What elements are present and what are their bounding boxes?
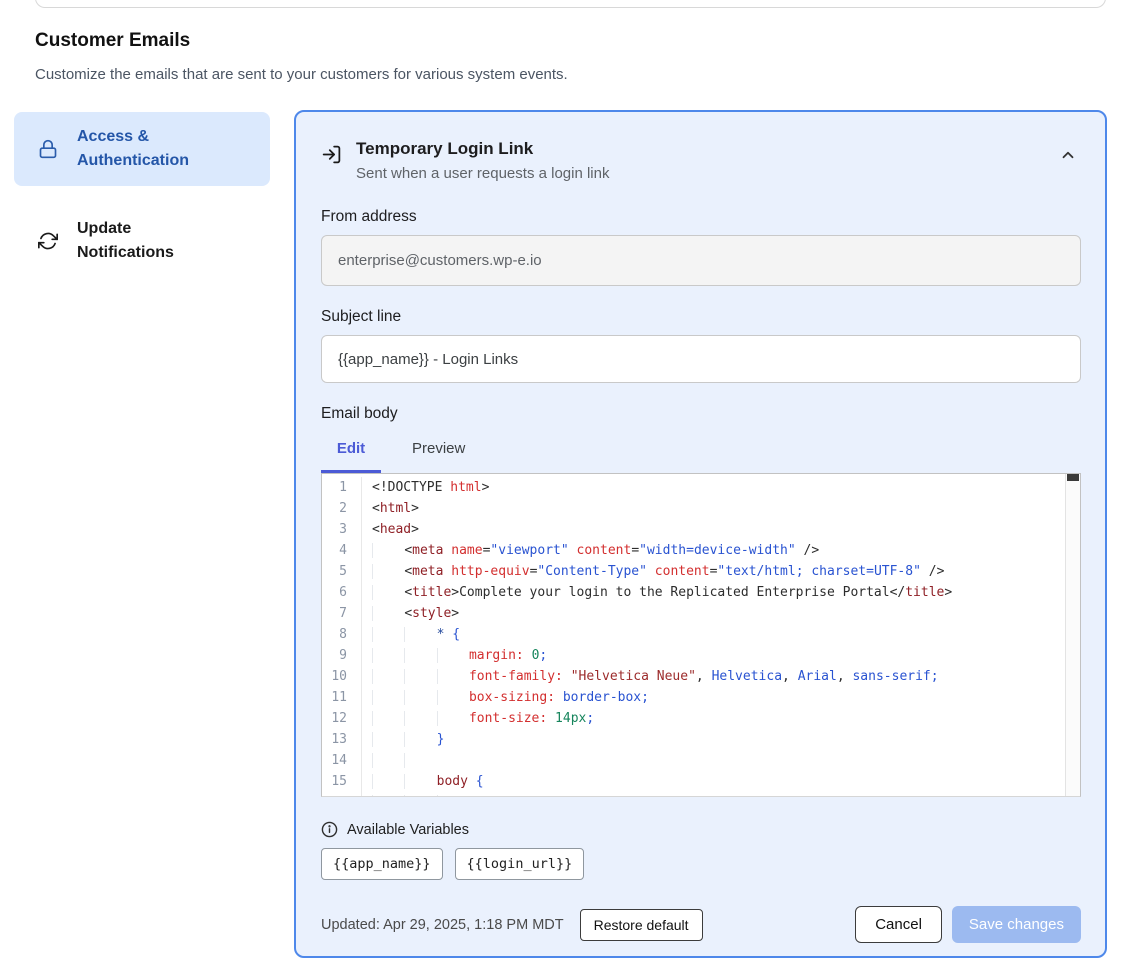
- code-line: 6 <title>Complete your login to the Repl…: [322, 582, 1080, 603]
- tab-edit[interactable]: Edit: [321, 440, 381, 457]
- code-text: font-size: 14px;: [362, 708, 594, 729]
- from-address-field: [321, 235, 1081, 286]
- email-body-label: Email body: [321, 405, 1081, 423]
- available-variables-label: Available Variables: [347, 822, 469, 838]
- variable-chips: {{app_name}} {{login_url}}: [321, 848, 1081, 880]
- line-number: 9: [322, 645, 362, 666]
- restore-default-button[interactable]: Restore default: [580, 909, 703, 941]
- customer-emails-page: Customer Emails Customize the emails tha…: [0, 0, 1128, 980]
- code-text: body {: [362, 771, 484, 792]
- code-line: 12 font-size: 14px;: [322, 708, 1080, 729]
- code-line: 7 <style>: [322, 603, 1080, 624]
- page-title: Customer Emails: [35, 30, 190, 52]
- panel-subtitle: Sent when a user requests a login link: [356, 162, 609, 186]
- line-number: 12: [322, 708, 362, 729]
- line-number: 7: [322, 603, 362, 624]
- refresh-icon: [38, 231, 58, 251]
- lock-icon: [38, 139, 58, 159]
- code-text: margin: 0;: [362, 645, 547, 666]
- updated-timestamp: Updated: Apr 29, 2025, 1:18 PM MDT: [321, 917, 564, 933]
- code-text: <title>Complete your login to the Replic…: [362, 582, 952, 603]
- subject-line-label: Subject line: [321, 308, 1081, 326]
- panel-header-text: Temporary Login Link Sent when a user re…: [356, 136, 609, 186]
- code-text: <meta name="viewport" content="width=dev…: [362, 540, 819, 561]
- code-line: 9 margin: 0;: [322, 645, 1080, 666]
- line-number: 16: [322, 792, 362, 797]
- sidebar: Access & Authentication Update Notificat…: [14, 112, 270, 277]
- info-icon: [321, 821, 338, 838]
- email-body-tabs: Edit Preview: [321, 435, 1081, 461]
- cancel-button[interactable]: Cancel: [855, 906, 942, 943]
- save-changes-button[interactable]: Save changes: [952, 906, 1081, 943]
- code-editor[interactable]: 1<!DOCTYPE html>2<html>3<head>4 <meta na…: [321, 473, 1081, 797]
- code-line: 8 * {: [322, 624, 1080, 645]
- available-variables-header: Available Variables: [321, 821, 1081, 838]
- code-line: 11 box-sizing: border-box;: [322, 687, 1080, 708]
- line-number: 4: [322, 540, 362, 561]
- code-text: <head>: [362, 519, 419, 540]
- code-line: 5 <meta http-equiv="Content-Type" conten…: [322, 561, 1080, 582]
- editor-scrollbar[interactable]: [1065, 474, 1080, 796]
- code-text: background-color: #f6f9fc;: [362, 792, 672, 797]
- line-number: 8: [322, 624, 362, 645]
- panel-footer: Updated: Apr 29, 2025, 1:18 PM MDT Resto…: [321, 906, 1081, 943]
- code-line: 4 <meta name="viewport" content="width=d…: [322, 540, 1080, 561]
- code-area[interactable]: 1<!DOCTYPE html>2<html>3<head>4 <meta na…: [322, 477, 1080, 797]
- line-number: 13: [322, 729, 362, 750]
- page-subtitle: Customize the emails that are sent to yo…: [35, 66, 568, 83]
- code-text: }: [362, 729, 444, 750]
- line-number: 10: [322, 666, 362, 687]
- code-text: <html>: [362, 498, 419, 519]
- line-number: 3: [322, 519, 362, 540]
- sidebar-item-label: Access & Authentication: [77, 125, 227, 173]
- code-text: <!DOCTYPE html>: [362, 477, 489, 498]
- login-icon: [321, 144, 342, 165]
- panel-title: Temporary Login Link: [356, 136, 609, 162]
- code-text: <meta http-equiv="Content-Type" content=…: [362, 561, 944, 582]
- code-line: 15 body {: [322, 771, 1080, 792]
- line-number: 5: [322, 561, 362, 582]
- panel-header: Temporary Login Link Sent when a user re…: [321, 136, 1081, 186]
- code-text: [362, 750, 437, 771]
- previous-card-bottom-edge: [35, 0, 1106, 8]
- code-text: box-sizing: border-box;: [362, 687, 649, 708]
- editor-scrollbar-thumb[interactable]: [1067, 474, 1079, 481]
- subject-line-field[interactable]: [321, 335, 1081, 383]
- sidebar-item-update-notifications[interactable]: Update Notifications: [14, 205, 270, 277]
- line-number: 11: [322, 687, 362, 708]
- code-line: 2<html>: [322, 498, 1080, 519]
- temporary-login-link-panel: Temporary Login Link Sent when a user re…: [294, 110, 1107, 958]
- chevron-up-icon: [1059, 146, 1077, 164]
- line-number: 6: [322, 582, 362, 603]
- code-text: <style>: [362, 603, 459, 624]
- code-line: 13 }: [322, 729, 1080, 750]
- tab-preview[interactable]: Preview: [398, 440, 479, 457]
- variable-chip[interactable]: {{login_url}}: [455, 848, 585, 880]
- code-line: 3<head>: [322, 519, 1080, 540]
- sidebar-item-label: Update Notifications: [77, 217, 227, 265]
- from-address-label: From address: [321, 208, 1081, 226]
- code-text: font-family: "Helvetica Neue", Helvetica…: [362, 666, 939, 687]
- sidebar-item-access-authentication[interactable]: Access & Authentication: [14, 112, 270, 186]
- code-line: 1<!DOCTYPE html>: [322, 477, 1080, 498]
- code-line: 10 font-family: "Helvetica Neue", Helvet…: [322, 666, 1080, 687]
- code-line: 16 background-color: #f6f9fc;: [322, 792, 1080, 797]
- code-line: 14: [322, 750, 1080, 771]
- email-body-editor-wrap: 1<!DOCTYPE html>2<html>3<head>4 <meta na…: [321, 473, 1081, 797]
- code-text: * {: [362, 624, 460, 645]
- collapse-button[interactable]: [1055, 142, 1081, 168]
- variable-chip[interactable]: {{app_name}}: [321, 848, 443, 880]
- line-number: 14: [322, 750, 362, 771]
- line-number: 1: [322, 477, 362, 498]
- line-number: 15: [322, 771, 362, 792]
- line-number: 2: [322, 498, 362, 519]
